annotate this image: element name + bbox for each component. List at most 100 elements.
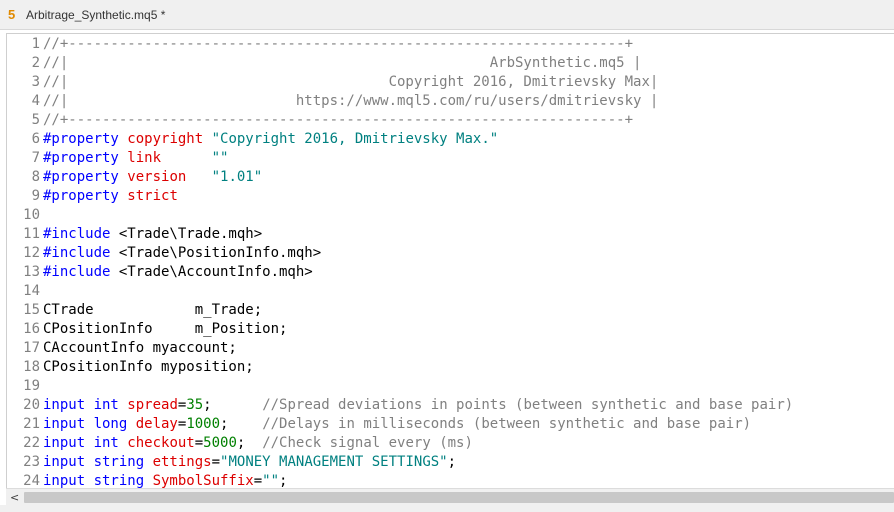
- line-number: 17: [23, 340, 40, 356]
- code-token: //Delays in milliseconds (between synthe…: [262, 416, 752, 432]
- code-line[interactable]: //+-------------------------------------…: [43, 35, 633, 54]
- code-token: SymbolSuffix: [152, 473, 254, 489]
- code-token: "": [262, 473, 280, 489]
- line-number: 2: [31, 55, 40, 71]
- code-token: copyright: [127, 131, 212, 147]
- code-token: input int: [43, 435, 128, 451]
- code-token: ;: [203, 397, 263, 413]
- code-line[interactable]: CAccountInfo myaccount;: [43, 339, 237, 358]
- scrollbar-thumb[interactable]: [24, 492, 894, 503]
- code-token: version: [127, 169, 212, 185]
- code-token: #include: [43, 245, 119, 261]
- code-token: =: [253, 473, 263, 489]
- code-token: input long: [43, 416, 136, 432]
- code-token: //| ArbSynthetic.mq5 |: [43, 55, 642, 71]
- code-token: 1000: [186, 416, 221, 432]
- line-number: 18: [23, 359, 40, 375]
- code-line[interactable]: input long delay=1000; //Delays in milli…: [43, 415, 751, 434]
- code-token: <Trade\Trade.mqh>: [118, 226, 263, 242]
- horizontal-scrollbar[interactable]: <: [6, 488, 894, 505]
- code-line[interactable]: #property link "": [43, 149, 228, 168]
- document-title: Arbitrage_Synthetic.mq5 *: [26, 7, 166, 22]
- line-number: 14: [23, 283, 40, 299]
- code-token: strict: [127, 188, 178, 204]
- code-text-area[interactable]: //+-------------------------------------…: [43, 34, 894, 489]
- code-line[interactable]: //+-------------------------------------…: [43, 111, 633, 130]
- code-token: input int: [43, 397, 128, 413]
- code-editor[interactable]: 1 2 3 4 5 6 7 8 9 10 11 12 13 14 15 16 17 18 19 20 21 22 23 24 …: [6, 33, 894, 505]
- line-number: 13: [23, 264, 40, 280]
- code-token: //| Copyright 2016, Dmitrievsky Max|: [43, 74, 659, 90]
- line-number: 23: [23, 454, 40, 470]
- code-token: CPositionInfo myposition;: [43, 359, 254, 375]
- code-token: CAccountInfo myaccount;: [43, 340, 237, 356]
- line-number-gutter: 1 2 3 4 5 6 7 8 9 10 11 12 13 14 15 16 17 18 19 20 21 22 23 24: [7, 34, 43, 489]
- code-token: //+-------------------------------------…: [43, 36, 634, 52]
- code-token: delay: [135, 416, 178, 432]
- code-token: ;: [279, 473, 288, 489]
- code-token: #property: [43, 150, 128, 166]
- code-line[interactable]: //| Copyright 2016, Dmitrievsky Max|: [43, 73, 658, 92]
- code-token: #property: [43, 188, 128, 204]
- line-number: 4: [31, 93, 40, 109]
- code-token: "MONEY MANAGEMENT SETTINGS": [220, 454, 448, 470]
- code-line[interactable]: CPositionInfo myposition;: [43, 358, 254, 377]
- code-line[interactable]: input string SymbolSuffix="";: [43, 472, 287, 489]
- code-token: input string: [43, 473, 153, 489]
- code-line[interactable]: input string ettings="MONEY MANAGEMENT S…: [43, 453, 456, 472]
- mq5-file-icon: 5: [8, 7, 16, 22]
- code-token: =: [194, 435, 204, 451]
- code-token: ettings: [152, 454, 212, 470]
- line-number: 16: [23, 321, 40, 337]
- code-token: //Spread deviations in points (between s…: [262, 397, 794, 413]
- code-token: =: [211, 454, 221, 470]
- line-number: 10: [23, 207, 40, 223]
- line-number: 11: [23, 226, 40, 242]
- code-token: #include: [43, 226, 119, 242]
- line-number: 12: [23, 245, 40, 261]
- code-token: ;: [220, 416, 263, 432]
- line-number: 5: [31, 112, 40, 128]
- code-line[interactable]: //| ArbSynthetic.mq5 |: [43, 54, 641, 73]
- code-line[interactable]: #include <Trade\PositionInfo.mqh>: [43, 244, 321, 263]
- code-token: <Trade\PositionInfo.mqh>: [118, 245, 322, 261]
- code-line[interactable]: #property strict: [43, 187, 178, 206]
- code-token: checkout: [127, 435, 195, 451]
- code-token: 5000: [203, 435, 237, 451]
- line-number: 3: [31, 74, 40, 90]
- line-number: 19: [23, 378, 40, 394]
- code-line[interactable]: #property copyright "Copyright 2016, Dmi…: [43, 130, 498, 149]
- code-token: "Copyright 2016, Dmitrievsky Max.": [211, 131, 499, 147]
- code-token: #property: [43, 169, 128, 185]
- code-line[interactable]: CPositionInfo m_Position;: [43, 320, 287, 339]
- document-tab[interactable]: 5 Arbitrage_Synthetic.mq5 *: [0, 0, 894, 30]
- code-token: #include: [43, 264, 119, 280]
- code-token: 35: [186, 397, 204, 413]
- code-token: link: [127, 150, 212, 166]
- code-line[interactable]: #include <Trade\Trade.mqh>: [43, 225, 262, 244]
- code-token: //Check signal every (ms): [262, 435, 473, 451]
- line-number: 20: [23, 397, 40, 413]
- line-number: 15: [23, 302, 40, 318]
- code-line[interactable]: CTrade m_Trade;: [43, 301, 262, 320]
- bottom-border: [0, 505, 894, 512]
- code-line[interactable]: //| https://www.mql5.com/ru/users/dmitri…: [43, 92, 658, 111]
- code-token: <Trade\AccountInfo.mqh>: [118, 264, 313, 280]
- code-token: "1.01": [211, 169, 263, 185]
- line-number: 21: [23, 416, 40, 432]
- line-number: 8: [31, 169, 40, 185]
- code-line[interactable]: input int spread=35; //Spread deviations…: [43, 396, 793, 415]
- scroll-left-arrow-icon[interactable]: <: [10, 491, 19, 504]
- code-token: //+-------------------------------------…: [43, 112, 634, 128]
- line-number: 7: [31, 150, 40, 166]
- line-number: 9: [31, 188, 40, 204]
- code-line[interactable]: input int checkout=5000; //Check signal …: [43, 434, 473, 453]
- code-token: #property: [43, 131, 128, 147]
- code-token: ;: [447, 454, 457, 470]
- code-line[interactable]: #property version "1.01": [43, 168, 262, 187]
- code-token: ;: [236, 435, 263, 451]
- code-token: CTrade m_Trade;: [43, 302, 263, 318]
- code-line[interactable]: #include <Trade\AccountInfo.mqh>: [43, 263, 313, 282]
- code-token: CPositionInfo m_Position;: [43, 321, 288, 337]
- code-token: "": [211, 150, 229, 166]
